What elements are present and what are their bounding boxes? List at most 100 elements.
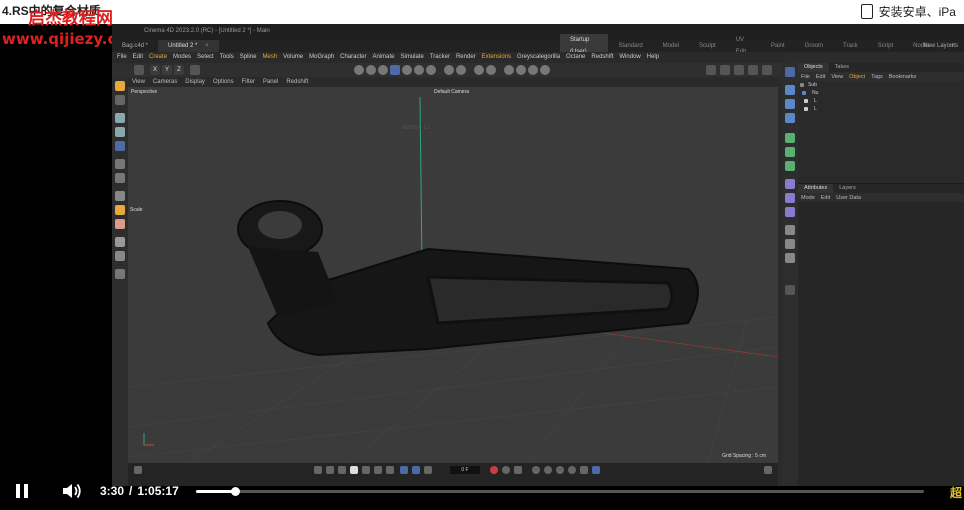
pause-button[interactable]	[16, 484, 30, 498]
view-menu-cameras[interactable]: Cameras	[149, 77, 181, 87]
volume-button[interactable]	[62, 483, 82, 499]
menu-item-help[interactable]: Help	[644, 52, 662, 63]
objects-menu-view[interactable]: View	[828, 74, 846, 80]
model-mode-icon[interactable]	[390, 65, 400, 75]
nurbs-icon[interactable]	[785, 99, 795, 109]
picture-viewer-icon[interactable]	[748, 65, 758, 75]
axis-x-button[interactable]: X	[150, 65, 160, 75]
menu-item-spline[interactable]: Spline	[237, 52, 260, 63]
layout-tab-script[interactable]: Script	[868, 40, 903, 52]
uv-mode-icon[interactable]	[414, 65, 424, 75]
rs-settings-icon[interactable]	[528, 65, 538, 75]
move-tool-icon[interactable]	[115, 113, 125, 123]
deformer-icon[interactable]	[785, 179, 795, 189]
menu-item-edit[interactable]: Edit	[130, 52, 146, 63]
workplane-icon[interactable]	[456, 65, 466, 75]
undo-icon[interactable]	[134, 65, 144, 75]
cube-icon[interactable]	[785, 67, 795, 77]
install-app-link[interactable]: 安装安卓、iPa	[860, 3, 956, 20]
menu-item-character[interactable]: Character	[337, 52, 369, 63]
menu-item-simulate[interactable]: Simulate	[398, 52, 427, 63]
misc-tool-icon[interactable]	[785, 285, 795, 295]
cloner-icon[interactable]	[785, 147, 795, 157]
axis-y-button[interactable]: Y	[162, 65, 172, 75]
view-menu-options[interactable]: Options	[209, 77, 238, 87]
menu-item-extensions[interactable]: Extensions	[479, 52, 514, 63]
spline-icon[interactable]	[785, 85, 795, 95]
rs-ipr-icon[interactable]	[504, 65, 514, 75]
view-menu-panel[interactable]: Panel	[259, 77, 282, 87]
object-row[interactable]: Nu	[798, 89, 964, 97]
layout-tab-model[interactable]: Model	[653, 40, 689, 52]
spline-pen-icon[interactable]	[115, 191, 125, 201]
bend-icon[interactable]	[785, 193, 795, 203]
menu-item-file[interactable]: File	[114, 52, 130, 63]
environment-icon[interactable]	[785, 225, 795, 235]
live-select-icon[interactable]	[115, 95, 125, 105]
menu-item-redshift[interactable]: Redshift	[588, 52, 616, 63]
menu-item-modes[interactable]: Modes	[170, 52, 194, 63]
object-row[interactable]: L	[798, 105, 964, 113]
new-layouts-button[interactable]: New Layouts	[923, 40, 958, 52]
attributes-menu-edit[interactable]: Edit	[818, 195, 833, 201]
light-icon[interactable]	[785, 253, 795, 263]
menu-item-render[interactable]: Render	[453, 52, 479, 63]
menu-item-greyscalegorilla[interactable]: Greyscalegorilla	[514, 52, 563, 63]
progress-knob[interactable]	[230, 487, 240, 496]
view-menu-view[interactable]: View	[128, 77, 149, 87]
tab-takes[interactable]: Takes	[829, 63, 855, 72]
camera-icon[interactable]	[785, 239, 795, 249]
objects-menu-tags[interactable]: Tags	[868, 74, 886, 80]
layout-tab-track[interactable]: Track	[833, 40, 868, 52]
render-view-icon[interactable]	[474, 65, 484, 75]
perspective-label[interactable]: Perspective	[131, 89, 157, 95]
texture-mode-icon[interactable]	[402, 65, 412, 75]
close-icon[interactable]: ×	[205, 43, 209, 49]
menu-item-tools[interactable]: Tools	[217, 52, 237, 63]
rotate-tool-icon[interactable]	[115, 127, 125, 137]
coord-system-icon[interactable]	[190, 65, 200, 75]
layout-tab-paint[interactable]: Paint	[761, 40, 795, 52]
menu-item-octane[interactable]: Octane	[563, 52, 588, 63]
render-region-icon[interactable]	[720, 65, 730, 75]
layout-tab-standard[interactable]: Standard	[608, 40, 652, 52]
polygons-mode-icon[interactable]	[378, 65, 388, 75]
object-row[interactable]: Sub	[798, 81, 964, 89]
layout-tab-groom[interactable]: Groom	[795, 40, 833, 52]
text-icon[interactable]	[785, 113, 795, 123]
rs-view-icon[interactable]	[540, 65, 550, 75]
camera-label[interactable]: Default Camera	[434, 89, 469, 95]
layout-tab-sculpt[interactable]: Sculpt	[689, 40, 726, 52]
tab-objects[interactable]: Objects	[798, 63, 829, 72]
tab-layers[interactable]: Layers	[833, 184, 862, 193]
objects-menu-file[interactable]: File	[798, 74, 813, 80]
viewport-layout-icon[interactable]	[706, 65, 716, 75]
attributes-menu-mode[interactable]: Mode	[798, 195, 818, 201]
view-menu-display[interactable]: Display	[181, 77, 209, 87]
move-tool-alt-icon[interactable]	[115, 159, 125, 169]
axis-z-button[interactable]: Z	[174, 65, 184, 75]
attributes-menu-user-data[interactable]: User Data	[833, 195, 864, 201]
doc-tab-untitled[interactable]: Untitled 2 * ×	[158, 40, 219, 52]
render-queue-icon[interactable]	[762, 65, 772, 75]
objects-menu-edit[interactable]: Edit	[813, 74, 828, 80]
objects-menu-bookmarks[interactable]: Bookmarks	[886, 74, 920, 80]
menu-item-select[interactable]: Select	[194, 52, 217, 63]
tab-attributes[interactable]: Attributes	[798, 184, 834, 193]
menu-item-volume[interactable]: Volume	[280, 52, 306, 63]
perspective-viewport[interactable]: Perspective Default Camera Scale 00/00/0…	[128, 87, 778, 463]
objects-menu-object[interactable]: Object	[846, 74, 868, 80]
knife-tool-icon[interactable]	[115, 219, 125, 229]
menu-item-window[interactable]: Window	[616, 52, 643, 63]
edit-render-settings-icon[interactable]	[734, 65, 744, 75]
view-menu-filter[interactable]: Filter	[238, 77, 259, 87]
menu-item-tracker[interactable]: Tracker	[427, 52, 453, 63]
array-icon[interactable]	[785, 133, 795, 143]
scale-tool-icon[interactable]	[115, 141, 125, 151]
snap-icon[interactable]	[444, 65, 454, 75]
measure-tool-icon[interactable]	[115, 251, 125, 261]
snap-settings-icon[interactable]	[115, 269, 125, 279]
rs-render-icon[interactable]	[516, 65, 526, 75]
menu-item-mograph[interactable]: MoGraph	[306, 52, 337, 63]
effector-icon[interactable]	[785, 161, 795, 171]
